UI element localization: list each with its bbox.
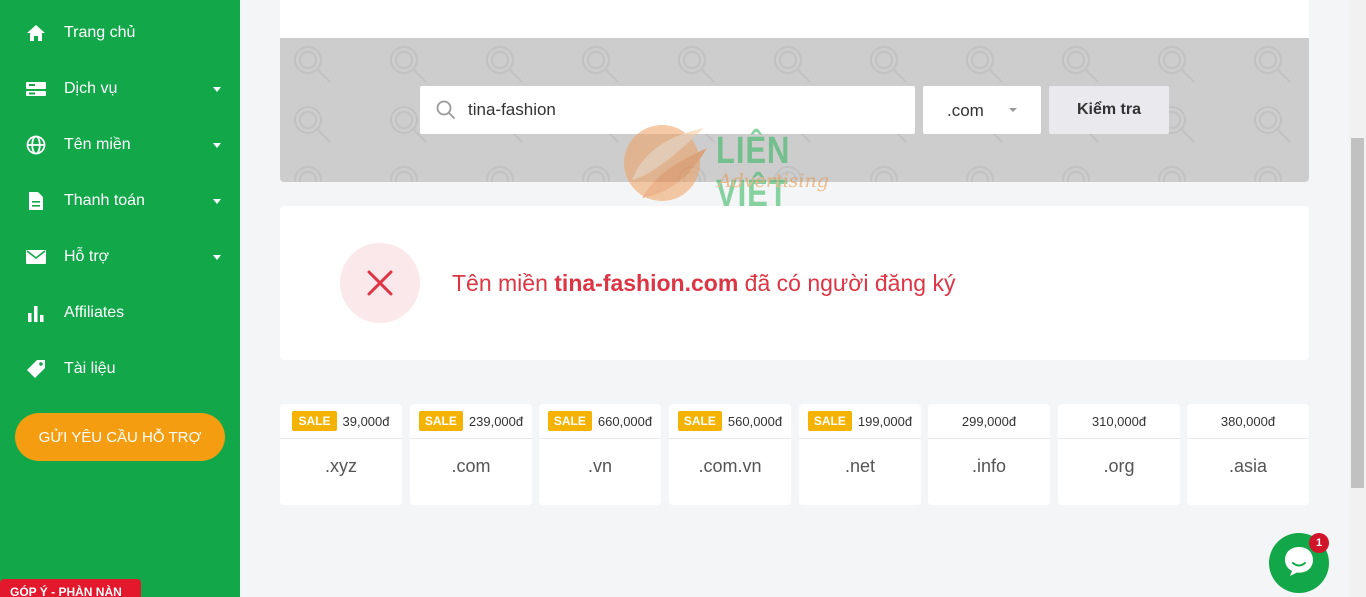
tld-price: 39,000đ [342,413,390,429]
tld-name: .net [844,456,876,476]
chevron-down-icon [213,142,221,148]
sale-badge: SALE [807,411,852,431]
tld-name: .asia [1228,456,1268,476]
tld-name: .com.vn [698,456,762,476]
sidebar: Trang chủ Dịch vụ Tên miền Thanh toán Hỗ… [0,0,240,597]
globe-icon [24,133,48,157]
tld-price: 299,000đ [961,413,1017,429]
server-icon [24,77,48,101]
price-card-head: SALE 660,000đ [539,404,661,439]
sidebar-item-support[interactable]: Hỗ trợ [0,237,240,277]
domain-search-field[interactable] [420,86,915,134]
price-card-head: SALE 239,000đ [410,404,532,439]
submit-support-request-button[interactable]: GỬI YÊU CẦU HỖ TRỢ [15,413,225,461]
availability-result-card: Tên miền tina-fashion.com đã có người đă… [280,206,1309,360]
tld-price: 310,000đ [1091,413,1147,429]
scrollbar-thumb[interactable] [1351,138,1364,488]
chevron-down-icon [213,198,221,204]
tld-price-card[interactable]: SALE 560,000đ .com.vn [669,404,791,505]
chat-notification-badge: 1 [1309,533,1329,553]
result-domain: tina-fashion.com [554,270,739,296]
tld-name: .vn [587,456,612,476]
check-domain-button[interactable]: Kiểm tra [1049,86,1169,134]
tld-name: .info [971,456,1007,476]
sidebar-item-services[interactable]: Dịch vụ [0,69,240,109]
invoice-icon [24,189,48,213]
sidebar-item-label: Hỗ trợ [64,248,110,265]
tld-price-card[interactable]: SALE 239,000đ .com [410,404,532,505]
chevron-down-icon [213,86,221,92]
tld-price: 199,000đ [857,413,913,429]
domain-search-panel: .com Kiểm tra [280,38,1309,182]
tld-price: 660,000đ [597,413,653,429]
sidebar-item-docs[interactable]: Tài liệu [0,349,240,389]
price-card-head: SALE 560,000đ [669,404,791,439]
sale-badge: SALE [677,411,722,431]
price-card-head: 310,000đ [1058,404,1180,439]
tld-price: 239,000đ [468,413,524,429]
sidebar-item-label: Thanh toán [64,192,145,209]
sidebar-item-billing[interactable]: Thanh toán [0,181,240,221]
feedback-tab[interactable]: GÓP Ý - PHÀN NÀN [0,579,141,597]
chevron-down-icon [1009,108,1017,112]
tld-price: 380,000đ [1220,413,1276,429]
tld-price-card[interactable]: SALE 660,000đ .vn [539,404,661,505]
tld-name: .com [451,456,491,476]
envelope-icon [24,245,48,269]
sidebar-item-domains[interactable]: Tên miền [0,125,240,165]
result-suffix: đã có người đăng ký [744,270,956,296]
sidebar-item-label: Tên miền [64,136,131,153]
price-card-head: SALE 199,000đ [799,404,921,439]
tld-price-card[interactable]: 310,000đ .org [1058,404,1180,505]
home-icon [24,21,48,45]
sale-badge: SALE [547,411,592,431]
domain-search-input[interactable] [468,86,898,134]
bar-chart-icon [24,301,48,325]
sidebar-item-home[interactable]: Trang chủ [0,13,240,53]
sidebar-item-affiliates[interactable]: Affiliates [0,293,240,333]
price-card-head: 299,000đ [928,404,1050,439]
tld-name: .xyz [324,456,357,476]
sidebar-item-label: Trang chủ [64,24,136,41]
close-icon [340,243,420,323]
sidebar-item-label: Dịch vụ [64,80,118,97]
price-card-head: 380,000đ [1187,404,1309,439]
tag-icon [24,357,48,381]
tld-price-card[interactable]: 299,000đ .info [928,404,1050,505]
top-card [280,0,1309,38]
tld-price-card[interactable]: 380,000đ .asia [1187,404,1309,505]
tld-price-card[interactable]: SALE 199,000đ .net [799,404,921,505]
availability-message: Tên miền tina-fashion.com đã có người đă… [452,270,955,297]
sale-badge: SALE [418,411,463,431]
tld-selected-value: .com [947,101,984,120]
result-prefix: Tên miền [452,270,548,296]
tld-price: 560,000đ [727,413,783,429]
search-icon [436,100,456,120]
sale-badge: SALE [292,411,337,431]
chevron-down-icon [213,254,221,260]
price-card-head: SALE 39,000đ [280,404,402,439]
tld-select[interactable]: .com [923,86,1041,134]
sidebar-item-label: Affiliates [64,304,125,321]
tld-name: .org [1103,456,1135,476]
tld-price-card[interactable]: SALE 39,000đ .xyz [280,404,402,505]
sidebar-item-label: Tài liệu [64,360,116,377]
